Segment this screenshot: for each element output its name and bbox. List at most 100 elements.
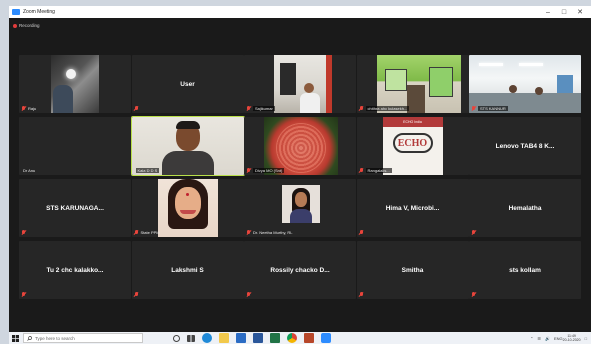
muted-mic-icon — [471, 230, 476, 235]
recording-indicator[interactable]: Recording — [9, 18, 591, 33]
participant-label: Dr. Neetha Murthy, RL — [246, 230, 293, 235]
participant-tile-sts-kannur[interactable]: STS KANNUR — [469, 55, 581, 113]
participant-tile-hemalatha[interactable]: Hemalatha — [469, 179, 581, 237]
muted-mic-icon — [359, 106, 364, 111]
participant-tile-rossily[interactable]: Rossily chacko D... — [244, 241, 356, 299]
participant-video — [157, 179, 218, 237]
store-icon[interactable] — [236, 333, 246, 343]
muted-mic-icon — [359, 168, 364, 173]
participant-tile-sajikumar[interactable]: Sajikumar — [244, 55, 356, 113]
participant-tile-divya[interactable]: Divya MO (Snt) — [244, 117, 356, 175]
ceiling-light — [479, 63, 503, 66]
muted-mic-icon — [21, 230, 26, 235]
echo-logo: ECHO — [392, 133, 433, 153]
participant-label — [471, 292, 476, 297]
person-body — [300, 93, 320, 113]
chrome-icon[interactable] — [287, 333, 297, 343]
language-indicator[interactable]: ENG — [554, 336, 563, 341]
participant-label — [246, 292, 251, 297]
cortana-icon[interactable] — [173, 334, 180, 342]
title-bar: Zoom Meeting – □ ✕ — [9, 6, 591, 18]
echo-banner-text: ECHO India — [403, 120, 422, 124]
taskbar-clock[interactable]: 11:49 20-10-2020 — [563, 334, 581, 342]
person-head — [304, 83, 314, 93]
participant-tile-chithra[interactable]: chithra ahc kulasekh... — [356, 55, 469, 113]
maximize-button[interactable]: □ — [557, 6, 571, 18]
participant-label: Sajikumar — [246, 106, 275, 111]
participant-name: Lenovo TAB4 8 K... — [495, 142, 555, 150]
participant-tile-lenovo[interactable]: Lenovo TAB4 8 K... — [469, 117, 581, 175]
network-icon[interactable]: ☰ — [537, 336, 541, 341]
clock-date: 20-10-2020 — [562, 338, 581, 342]
person-hair — [175, 121, 200, 129]
excel-icon[interactable] — [270, 333, 280, 343]
participant-name: Hemalatha — [508, 204, 542, 212]
zoom-app-icon — [12, 9, 20, 15]
participant-tile-smitha[interactable]: Smitha — [356, 241, 469, 299]
participant-tile-tu2[interactable]: Tu 2 chc kalakko... — [19, 241, 131, 299]
participant-tile-raju[interactable]: Raju — [19, 55, 131, 113]
close-button[interactable]: ✕ — [573, 6, 587, 18]
person-head — [535, 87, 543, 95]
wall-poster — [557, 75, 573, 95]
powerpoint-icon[interactable] — [304, 333, 314, 343]
participant-label — [359, 230, 364, 235]
participant-tile-sts-karunaga[interactable]: STS KARUNAGA... — [19, 179, 131, 237]
participant-tile-sts-kollam[interactable]: sts kollam — [469, 241, 581, 299]
dahlia-flower — [276, 123, 326, 173]
window-frame — [428, 67, 453, 97]
person-face — [295, 192, 307, 207]
participant-tile-lakshmi[interactable]: Lakshmi S — [131, 241, 244, 299]
zoom-taskbar-icon[interactable] — [321, 333, 331, 343]
edge-browser-icon[interactable] — [202, 333, 212, 343]
minimize-button[interactable]: – — [541, 6, 555, 18]
red-curtain — [326, 55, 332, 113]
windows-taskbar: Type here to search ⌃ ☰ 🔊 ENG 11:49 20-1… — [9, 332, 591, 344]
participant-label — [134, 106, 139, 111]
muted-mic-icon — [246, 292, 251, 297]
zoom-window: Zoom Meeting – □ ✕ Recording Raju User S… — [9, 6, 591, 332]
participant-label: State PPM — [134, 230, 160, 235]
participant-video — [469, 55, 581, 113]
participant-tile-rangalakshmi[interactable]: ECHO India ECHO Rangalaks... — [356, 117, 469, 175]
participant-label: Rangalaks... — [359, 168, 392, 173]
window-title: Zoom Meeting — [23, 9, 55, 15]
windows-logo-icon — [11, 334, 19, 342]
participant-name: Tu 2 chc kalakko... — [46, 266, 104, 274]
participant-tile-dr-anu[interactable]: Dr Anu — [19, 117, 131, 175]
chevron-up-icon[interactable]: ⌃ — [530, 336, 533, 341]
recording-dot-icon — [13, 23, 17, 28]
participant-tile-user[interactable]: User — [131, 55, 244, 113]
participant-label — [134, 292, 139, 297]
ceiling-light — [519, 63, 543, 66]
participant-label — [21, 292, 26, 297]
participant-name: Hima V, Microbi... — [385, 204, 440, 212]
screen-share-video: ECHO India ECHO — [382, 117, 443, 175]
echo-banner: ECHO India — [382, 117, 443, 127]
file-explorer-icon[interactable] — [219, 333, 229, 343]
muted-mic-icon — [21, 106, 26, 111]
search-icon — [27, 335, 32, 341]
participant-video — [264, 117, 338, 175]
participant-label — [21, 230, 26, 235]
participant-tile-kala-active-speaker[interactable]: Kala D D S — [130, 116, 245, 176]
task-view-icon[interactable] — [187, 334, 195, 342]
muted-mic-icon — [246, 230, 251, 235]
participant-label: chithra ahc kulasekh... — [359, 106, 410, 111]
start-button[interactable] — [9, 332, 21, 344]
participant-name: Rossily chacko D... — [270, 266, 330, 274]
taskbar-search-input[interactable]: Type here to search — [23, 333, 143, 343]
participant-tile-neetha[interactable]: Dr. Neetha Murthy, RL — [244, 179, 356, 237]
muted-mic-icon — [134, 230, 139, 235]
muted-mic-icon — [134, 292, 139, 297]
muted-mic-icon — [246, 168, 251, 173]
word-icon[interactable] — [253, 333, 263, 343]
participant-tile-state-ppm[interactable]: State PPM — [131, 179, 244, 237]
notifications-icon[interactable]: □ — [585, 336, 587, 341]
participant-tile-hima[interactable]: Hima V, Microbi... — [356, 179, 469, 237]
participant-label: Divya MO (Snt) — [246, 168, 285, 173]
gallery-view: Raju User Sajikumar chithra ahc kulasekh… — [19, 55, 581, 303]
participant-name: Lakshmi S — [171, 266, 204, 274]
volume-icon[interactable]: 🔊 — [545, 336, 550, 341]
muted-mic-icon — [134, 106, 139, 111]
